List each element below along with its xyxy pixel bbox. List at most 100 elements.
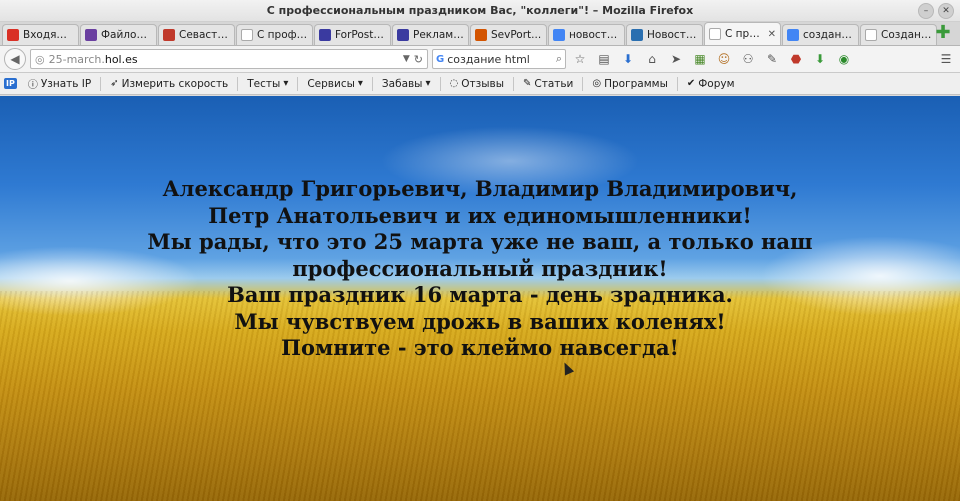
back-button[interactable]: ◀	[4, 48, 26, 70]
adblock-icon[interactable]: ⬣	[786, 49, 806, 69]
green-download-icon[interactable]: ⬇	[810, 49, 830, 69]
magnifier-icon[interactable]: ⌕	[556, 52, 562, 66]
share-icon[interactable]: ➤	[666, 49, 686, 69]
bookmark-label: Забавы	[381, 77, 423, 90]
message-line: Ваш праздник 16 марта - день зрадника.	[227, 282, 733, 307]
blank-page-icon	[865, 29, 877, 41]
monkey-icon[interactable]: ☺	[714, 49, 734, 69]
bookmark-label: Сервисы	[307, 77, 355, 90]
bookmark-label: Программы	[604, 77, 668, 90]
url-text: 25-march.hol.es	[48, 52, 138, 66]
tab-label: ForPost ...	[335, 29, 386, 41]
tab-label: Входящ...	[23, 29, 74, 41]
bookmark-item-6[interactable]: ✎ Статьи	[520, 78, 576, 90]
dropdown-arrow-icon[interactable]: ▼	[403, 54, 410, 64]
reload-icon[interactable]: ↻	[414, 53, 423, 66]
google-search-icon[interactable]: G	[436, 54, 444, 65]
tab-label: Файлов...	[101, 29, 152, 41]
tab-label: создани...	[803, 29, 854, 41]
bookmark-label: Форум	[698, 77, 735, 90]
pencil-icon: ✎	[522, 78, 532, 89]
search-input[interactable]: создание html	[447, 53, 553, 66]
chevron-down-icon: ▾	[357, 78, 363, 89]
tab-6[interactable]: SevPort...	[470, 24, 547, 45]
navigation-toolbar: ◀ ◎ 25-march.hol.es ▼ ↻ G создание html …	[0, 46, 960, 73]
bookmark-item-8[interactable]: ✔ Форум	[684, 78, 738, 90]
close-tab-icon[interactable]: ✕	[768, 29, 776, 40]
blank-page-icon	[709, 28, 721, 40]
script-icon[interactable]: ✎	[762, 49, 782, 69]
bookmarks-toolbar: IP ⓘ Узнать IP ➶ Измерить скорость Тесты ▾ Сер…	[0, 73, 960, 95]
bookmark-item-0[interactable]: ⓘ Узнать IP	[25, 76, 94, 92]
comment-icon: ◌	[449, 78, 459, 89]
url-bar[interactable]: ◎ 25-march.hol.es ▼ ↻	[30, 49, 428, 69]
bookmark-label: Узнать IP	[40, 77, 92, 90]
new-tab-button[interactable]: ✚	[934, 24, 952, 43]
bookmark-separator	[439, 76, 441, 91]
tab-3[interactable]: С професс...	[236, 24, 313, 45]
tab-label: Новости...	[647, 29, 698, 41]
globe-icon: ◎	[35, 52, 45, 66]
bookmark-item-7[interactable]: ◎ Программы	[589, 78, 670, 90]
tab-label: SevPort...	[491, 29, 542, 41]
bookmark-item-1[interactable]: ➶ Измерить скорость	[107, 78, 231, 90]
tab-7[interactable]: новости...	[548, 24, 625, 45]
ip-badge-icon[interactable]: IP	[4, 78, 17, 89]
tab-label: Севасто...	[179, 29, 230, 41]
minimize-button[interactable]: –	[918, 3, 934, 19]
bookmark-item-3[interactable]: Сервисы ▾	[304, 78, 366, 90]
chevron-down-icon: ▾	[283, 78, 289, 89]
tab-label: Реклама...	[413, 29, 464, 41]
bookmarks-list-icon[interactable]: ▤	[594, 49, 614, 69]
window-titlebar: С профессиональным праздником Вас, "колл…	[0, 0, 960, 22]
tab-8[interactable]: Новости...	[626, 24, 703, 45]
tab-4[interactable]: ForPost ...	[314, 24, 391, 45]
castle-icon	[85, 29, 97, 41]
disc-icon: ◎	[592, 78, 602, 89]
bookmark-label: Измерить скорость	[121, 77, 229, 90]
mask-icon[interactable]: ⚇	[738, 49, 758, 69]
message-line: Помните - это клеймо навсегда!	[281, 335, 679, 360]
tab-9[interactable]: С профе... ✕	[704, 22, 781, 45]
page-content: Александр Григорьевич, Владимир Владимир…	[0, 96, 960, 501]
tab-0[interactable]: Входящ...	[2, 24, 79, 45]
mail-icon	[7, 29, 19, 41]
tab-label: новости...	[569, 29, 620, 41]
bookmark-separator	[237, 76, 239, 91]
tab-5[interactable]: Реклама...	[392, 24, 469, 45]
google-icon	[553, 29, 565, 41]
download-icon[interactable]: ⬇	[618, 49, 638, 69]
bookmark-item-5[interactable]: ◌ Отзывы	[447, 78, 507, 90]
menu-icon[interactable]: ☰	[936, 49, 956, 69]
bookmark-label: Тесты	[247, 77, 281, 90]
search-bar[interactable]: G создание html ⌕	[432, 49, 566, 69]
chevron-down-icon: ▾	[425, 78, 431, 89]
tab-label: С професс...	[257, 29, 308, 41]
home-icon[interactable]: ⌂	[642, 49, 662, 69]
bookmark-separator	[676, 76, 678, 91]
message-line: Мы чувствуем дрожь в ваших коленях!	[234, 308, 726, 334]
vpn-icon[interactable]: ◉	[834, 49, 854, 69]
bookmark-item-2[interactable]: Тесты ▾	[244, 78, 291, 90]
bookmark-item-4[interactable]: Забавы ▾	[379, 78, 434, 90]
bookmark-separator	[582, 76, 584, 91]
bookmark-separator	[100, 76, 102, 91]
bookmark-separator	[297, 76, 299, 91]
message-line: профессиональный праздник!	[292, 255, 668, 281]
bookmark-label: Отзывы	[461, 77, 504, 90]
tab-label: Создание п...	[881, 29, 932, 41]
blank-page-icon	[241, 29, 253, 41]
forpost-icon	[397, 29, 409, 41]
addon-grid-icon[interactable]: ▦	[690, 49, 710, 69]
close-button[interactable]: ✕	[938, 3, 954, 19]
tab-11[interactable]: Создание п...	[860, 24, 937, 45]
tab-1[interactable]: Файлов...	[80, 24, 157, 45]
star-bookmark-icon[interactable]: ☆	[570, 49, 590, 69]
bookmark-separator	[512, 76, 514, 91]
news-icon	[631, 29, 643, 41]
tab-2[interactable]: Севасто...	[158, 24, 235, 45]
speed-icon: ➶	[110, 78, 119, 89]
message-line: Петр Анатольевич и их единомышленники!	[208, 202, 752, 228]
tab-10[interactable]: создани...	[782, 24, 859, 45]
check-icon: ✔	[686, 78, 696, 89]
